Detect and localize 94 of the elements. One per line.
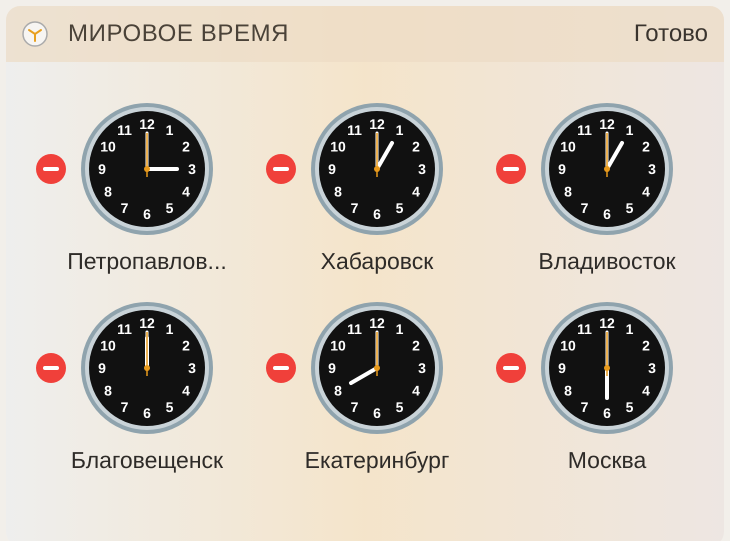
dial-number: 6: [143, 404, 151, 420]
city-name: Москва: [568, 446, 646, 474]
dial-number: 8: [104, 382, 112, 398]
dial-number: 10: [100, 138, 116, 154]
dial-number: 1: [396, 320, 404, 337]
clock-icon: [22, 21, 48, 47]
dial-number: 7: [350, 200, 358, 216]
dial-number: 9: [328, 360, 336, 376]
dial-number: 10: [100, 337, 116, 353]
dial-number: 12: [369, 116, 385, 132]
done-button[interactable]: Готово: [634, 16, 708, 52]
dial-number: 2: [412, 337, 420, 353]
dial-number: 2: [642, 337, 650, 353]
dial-number: 1: [166, 320, 174, 337]
hour-hand: [349, 366, 379, 384]
dial-number: 7: [120, 398, 128, 414]
remove-button[interactable]: [36, 154, 66, 184]
dial-number: 3: [648, 360, 656, 376]
dial-number: 4: [182, 184, 190, 200]
widget-title: МИРОВОЕ ВРЕМЯ: [68, 19, 290, 49]
dial-number: 5: [396, 200, 404, 216]
remove-button[interactable]: [266, 352, 296, 382]
dial-number: 12: [369, 314, 385, 330]
dial-number: 9: [98, 360, 106, 376]
dial-number: 2: [182, 337, 190, 353]
dial-number: 10: [330, 337, 346, 353]
dial-number: 4: [642, 184, 650, 200]
dial-number: 2: [412, 138, 420, 154]
second-hand: [144, 133, 150, 177]
dial-number: 6: [373, 206, 381, 222]
second-hand: [144, 332, 150, 376]
dial-number: 6: [603, 404, 611, 420]
dial-number: 7: [580, 200, 588, 216]
dial-number: 5: [166, 200, 174, 216]
dial-number: 12: [139, 314, 155, 330]
city-name: Владивосток: [538, 247, 676, 276]
dial-number: 1: [626, 320, 634, 337]
dial-number: 8: [564, 382, 572, 398]
dial-number: 1: [396, 122, 404, 138]
dial-number: 12: [139, 116, 155, 132]
dial-number: 1: [626, 122, 634, 138]
dial-number: 10: [330, 138, 346, 154]
dial-number: 11: [117, 320, 132, 337]
dial-number: 6: [143, 206, 151, 222]
dial-number: 9: [558, 161, 566, 177]
dial-number: 3: [188, 360, 196, 376]
city-name: Хабаровск: [320, 247, 434, 276]
dial-number: 8: [104, 184, 112, 200]
dial-number: 11: [347, 320, 362, 337]
dial-number: 12: [599, 116, 615, 132]
remove-button[interactable]: [266, 154, 296, 184]
dial-number: 6: [603, 206, 611, 222]
dial-number: 11: [577, 122, 592, 138]
dial-number: 9: [328, 161, 336, 177]
dial-number: 8: [564, 184, 572, 200]
dial-number: 5: [626, 200, 634, 216]
second-hand: [604, 332, 610, 376]
dial-number: 2: [642, 138, 650, 154]
dial-number: 12: [599, 314, 615, 330]
dial-number: 10: [560, 138, 576, 154]
dial-number: 5: [626, 398, 634, 414]
city-name: Петропавлов...: [67, 247, 227, 276]
dial-number: 11: [117, 122, 132, 138]
dial-number: 11: [577, 320, 592, 337]
remove-button[interactable]: [496, 352, 526, 382]
dial-number: 1: [166, 122, 174, 138]
dial-number: 4: [182, 382, 190, 398]
dial-number: 7: [580, 398, 588, 414]
dial-number: 9: [98, 161, 106, 177]
dial-number: 3: [188, 161, 196, 177]
dial-number: 5: [166, 398, 174, 414]
dial-number: 10: [560, 337, 576, 353]
dial-number: 8: [334, 382, 342, 398]
dial-number: 4: [642, 382, 650, 398]
remove-button[interactable]: [496, 154, 526, 184]
second-hand: [374, 133, 380, 177]
dial-number: 11: [347, 122, 362, 138]
dial-number: 8: [334, 184, 342, 200]
dial-number: 2: [182, 138, 190, 154]
dial-number: 3: [648, 161, 656, 177]
city-name: Благовещенск: [70, 446, 224, 475]
dial-number: 3: [418, 161, 426, 177]
second-hand: [374, 332, 380, 376]
dial-number: 4: [412, 184, 420, 200]
second-hand: [604, 133, 610, 177]
city-name: Екатеринбург: [304, 446, 450, 475]
dial-number: 5: [396, 398, 404, 414]
dial-number: 7: [120, 200, 128, 216]
dial-number: 4: [412, 382, 420, 398]
dial-number: 7: [350, 398, 358, 414]
remove-button[interactable]: [36, 352, 66, 382]
dial-number: 9: [558, 360, 566, 376]
dial-number: 3: [418, 360, 426, 376]
dial-number: 6: [373, 404, 381, 420]
